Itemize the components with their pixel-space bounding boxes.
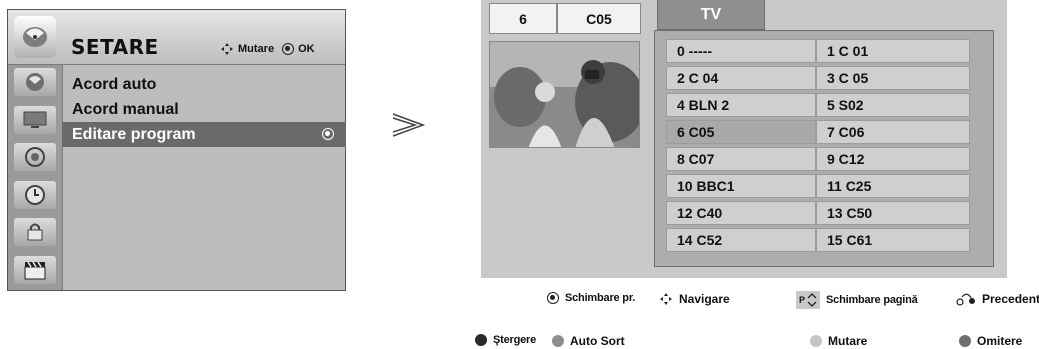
monitor-icon[interactable] <box>14 106 56 134</box>
menu-item-program-edit[interactable]: Editare program <box>62 122 346 147</box>
selected-indicator-icon <box>322 128 334 140</box>
hint-move-label: Mutare <box>238 43 275 55</box>
program-list: 0 ----- 1 C 01 2 C 04 3 C 05 4 BLN 2 5 S… <box>654 30 994 267</box>
clock-icon[interactable] <box>14 181 56 209</box>
up-down-arrows-icon <box>807 293 817 307</box>
hint-navigate: Navigare <box>659 292 730 306</box>
hint-previous: Precedent <box>956 292 1039 306</box>
yellow-button-icon <box>810 335 822 347</box>
hint-ok-label: OK <box>298 43 315 55</box>
page-key-icon: P <box>796 291 821 309</box>
hint-delete: Ştergere <box>475 334 536 346</box>
program-item[interactable]: 8 C07 <box>666 147 816 171</box>
program-item[interactable]: 4 BLN 2 <box>666 93 816 117</box>
ok-icon <box>547 292 559 304</box>
lock-icon[interactable] <box>14 218 56 246</box>
program-item[interactable]: 13 C50 <box>816 201 970 225</box>
program-item[interactable]: 0 ----- <box>666 39 816 63</box>
menu-item-label: Acord manual <box>72 101 179 118</box>
program-item[interactable]: 3 C 05 <box>816 66 970 90</box>
menu-item-auto-tuning[interactable]: Acord auto <box>62 72 346 97</box>
program-item[interactable]: 14 C52 <box>666 228 816 252</box>
satellite-dish-icon[interactable] <box>14 68 56 96</box>
hint-page-change: P Schimbare pagină <box>796 291 918 309</box>
red-button-icon <box>475 334 487 346</box>
program-item[interactable]: 2 C 04 <box>666 66 816 90</box>
hint-move: Mutare <box>810 334 867 348</box>
menu-header: SETARE Mutare OK <box>8 10 345 65</box>
menu-item-label: Acord auto <box>72 76 157 93</box>
ok-icon <box>282 43 295 55</box>
navigation-arrows-icon <box>221 43 233 55</box>
program-item[interactable]: 7 C06 <box>816 120 970 144</box>
setup-menu: SETARE Mutare OK Acord auto Acord manual… <box>7 9 346 291</box>
back-arrow-icon <box>956 293 975 306</box>
program-item[interactable]: 10 BBC1 <box>666 174 816 198</box>
current-program-number: 6 <box>489 3 557 34</box>
tab-tv[interactable]: TV <box>657 0 765 30</box>
green-button-icon <box>552 335 564 347</box>
transition-arrow-icon <box>392 113 425 137</box>
speaker-icon[interactable] <box>14 143 56 171</box>
program-preview-image <box>489 41 640 148</box>
program-item[interactable]: 9 C12 <box>816 147 970 171</box>
navigation-arrows-icon <box>660 293 672 305</box>
program-item[interactable]: 11 C25 <box>816 174 970 198</box>
menu-item-label: Editare program <box>72 126 196 143</box>
menu-title: SETARE <box>71 35 159 59</box>
menu-hint: Mutare OK <box>220 42 315 56</box>
program-item[interactable]: 5 S02 <box>816 93 970 117</box>
menu-item-manual-tuning[interactable]: Acord manual <box>62 97 346 122</box>
hint-skip: Omitere <box>959 334 1022 348</box>
hint-auto-sort: Auto Sort <box>552 334 625 348</box>
satellite-dish-icon <box>14 16 56 58</box>
blue-button-icon <box>959 335 971 347</box>
hint-change-program: Schimbare pr. <box>547 292 635 304</box>
program-item[interactable]: 12 C40 <box>666 201 816 225</box>
program-item[interactable]: 1 C 01 <box>816 39 970 63</box>
program-item[interactable]: 15 C61 <box>816 228 970 252</box>
current-program-name: C05 <box>557 3 641 34</box>
program-item-highlighted[interactable]: 6 C05 <box>666 120 816 144</box>
menu-items: Acord auto Acord manual Editare program <box>62 72 346 147</box>
clapperboard-icon[interactable] <box>14 256 56 284</box>
